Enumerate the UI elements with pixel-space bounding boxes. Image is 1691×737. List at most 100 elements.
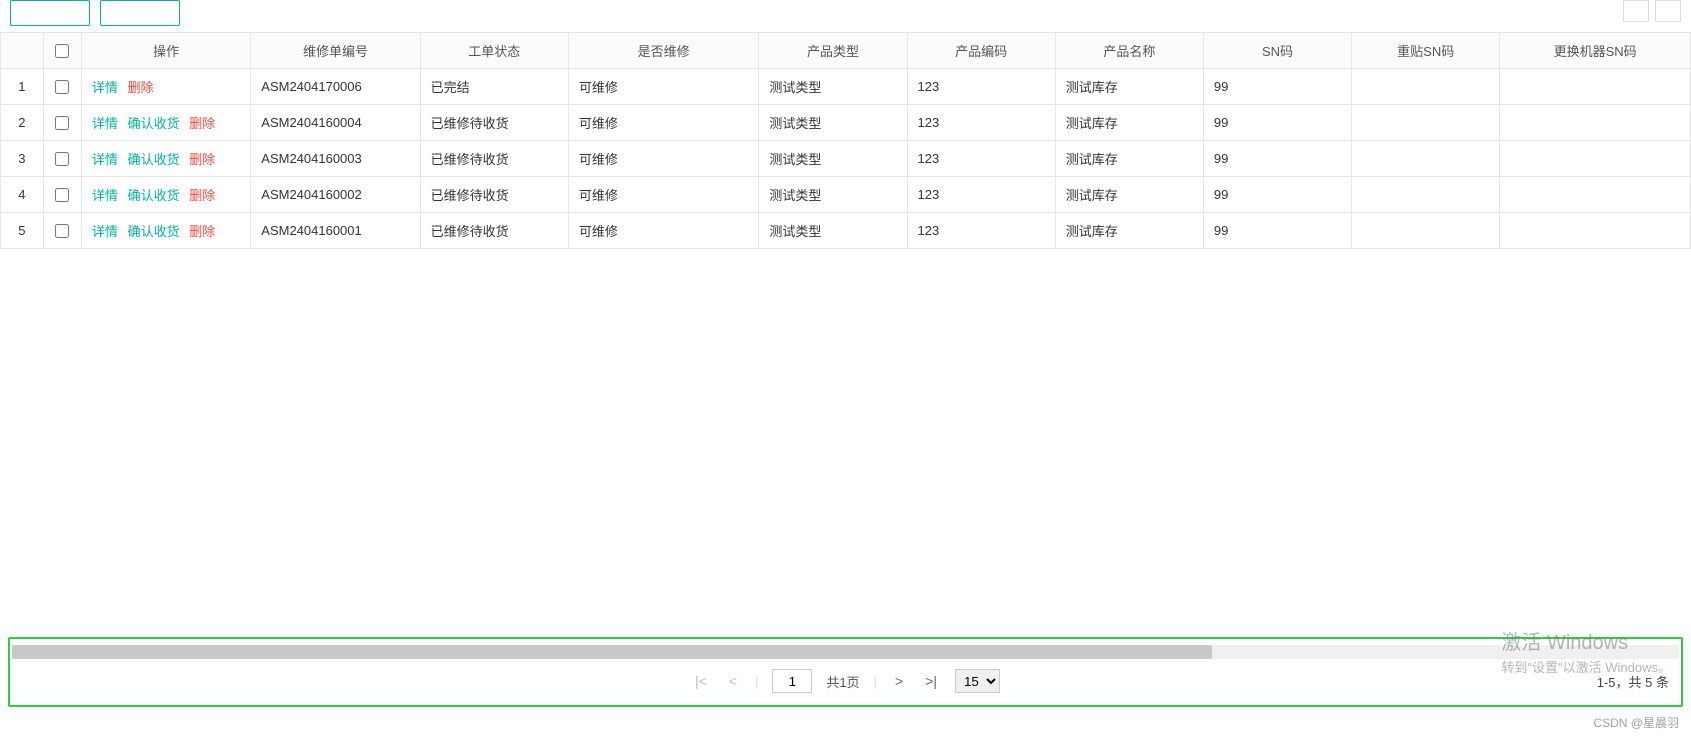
- pager-first-icon[interactable]: |<: [691, 673, 711, 689]
- cell-replace: [1500, 69, 1691, 105]
- col-op: 操作: [81, 33, 250, 69]
- cell-code: 123: [907, 105, 1055, 141]
- delete-link[interactable]: 删除: [189, 188, 215, 203]
- confirm-receive-link[interactable]: 确认收货: [128, 188, 180, 203]
- cell-name: 测试库存: [1055, 177, 1203, 213]
- row-index: 4: [1, 177, 43, 213]
- col-index: [1, 33, 43, 69]
- cell-replace: [1500, 177, 1691, 213]
- cell-resn: [1352, 177, 1500, 213]
- cell-sn: 99: [1203, 177, 1351, 213]
- select-all-checkbox[interactable]: [55, 44, 69, 58]
- cell-resn: [1352, 141, 1500, 177]
- row-checkbox[interactable]: [55, 80, 69, 94]
- cell-sn: 99: [1203, 105, 1351, 141]
- detail-link[interactable]: 详情: [92, 224, 118, 239]
- cell-num: ASM2404160002: [251, 177, 420, 213]
- col-checkbox: [43, 33, 81, 69]
- scrollbar-thumb[interactable]: [12, 645, 1212, 659]
- cell-sn: 99: [1203, 69, 1351, 105]
- row-actions: 详情 确认收货 删除: [81, 105, 250, 141]
- cell-code: 123: [907, 69, 1055, 105]
- col-resn: 重贴SN码: [1352, 33, 1500, 69]
- cell-repair: 可维修: [568, 69, 759, 105]
- toolbar-button-1[interactable]: [10, 0, 90, 26]
- cell-type: 测试类型: [759, 177, 907, 213]
- cell-repair: 可维修: [568, 105, 759, 141]
- table-row: 4 详情 确认收货 删除 ASM2404160002 已维修待收货 可维修 测试…: [1, 177, 1691, 213]
- cell-repair: 可维修: [568, 141, 759, 177]
- cell-sn: 99: [1203, 141, 1351, 177]
- cell-resn: [1352, 213, 1500, 249]
- page-number-input[interactable]: [772, 669, 812, 693]
- cell-num: ASM2404160003: [251, 141, 420, 177]
- cell-name: 测试库存: [1055, 213, 1203, 249]
- row-checkbox-cell: [43, 177, 81, 213]
- page-size-select[interactable]: 15: [955, 669, 1000, 693]
- row-index: 1: [1, 69, 43, 105]
- cell-resn: [1352, 69, 1500, 105]
- row-actions: 详情 确认收货 删除: [81, 213, 250, 249]
- row-checkbox-cell: [43, 105, 81, 141]
- pager-last-icon[interactable]: >|: [921, 673, 941, 689]
- cell-num: ASM2404160004: [251, 105, 420, 141]
- cell-code: 123: [907, 177, 1055, 213]
- cell-status: 已维修待收货: [420, 141, 568, 177]
- cell-replace: [1500, 213, 1691, 249]
- cell-status: 已完结: [420, 69, 568, 105]
- pager-area: |< < | 共1页 | > >| 15 1-5，共 5 条: [8, 637, 1683, 707]
- detail-link[interactable]: 详情: [92, 116, 118, 131]
- table-row: 3 详情 确认收货 删除 ASM2404160003 已维修待收货 可维修 测试…: [1, 141, 1691, 177]
- row-checkbox[interactable]: [55, 224, 69, 238]
- col-type: 产品类型: [759, 33, 907, 69]
- toolbar-button-2[interactable]: [100, 0, 180, 26]
- confirm-receive-link[interactable]: 确认收货: [128, 116, 180, 131]
- row-actions: 详情 确认收货 删除: [81, 177, 250, 213]
- cell-type: 测试类型: [759, 213, 907, 249]
- toolbar-square-1[interactable]: [1623, 0, 1649, 22]
- cell-status: 已维修待收货: [420, 105, 568, 141]
- detail-link[interactable]: 详情: [92, 152, 118, 167]
- cell-status: 已维修待收货: [420, 177, 568, 213]
- table-row: 5 详情 确认收货 删除 ASM2404160001 已维修待收货 可维修 测试…: [1, 213, 1691, 249]
- row-checkbox-cell: [43, 141, 81, 177]
- col-name: 产品名称: [1055, 33, 1203, 69]
- col-status: 工单状态: [420, 33, 568, 69]
- horizontal-scrollbar[interactable]: [12, 645, 1679, 659]
- cell-code: 123: [907, 141, 1055, 177]
- row-actions: 详情 确认收货 删除: [81, 141, 250, 177]
- cell-code: 123: [907, 213, 1055, 249]
- table-header-row: 操作 维修单编号 工单状态 是否维修 产品类型 产品编码 产品名称 SN码 重贴…: [1, 33, 1691, 69]
- detail-link[interactable]: 详情: [92, 188, 118, 203]
- row-checkbox[interactable]: [55, 152, 69, 166]
- row-actions: 详情 删除: [81, 69, 250, 105]
- cell-sn: 99: [1203, 213, 1351, 249]
- row-checkbox-cell: [43, 213, 81, 249]
- delete-link[interactable]: 删除: [189, 116, 215, 131]
- cell-name: 测试库存: [1055, 69, 1203, 105]
- cell-name: 测试库存: [1055, 105, 1203, 141]
- row-index: 3: [1, 141, 43, 177]
- delete-link[interactable]: 删除: [128, 80, 154, 95]
- confirm-receive-link[interactable]: 确认收货: [128, 152, 180, 167]
- col-repair: 是否维修: [568, 33, 759, 69]
- toolbar-square-2[interactable]: [1655, 0, 1681, 22]
- pager-next-icon[interactable]: >: [891, 673, 907, 689]
- cell-repair: 可维修: [568, 177, 759, 213]
- row-index: 2: [1, 105, 43, 141]
- row-checkbox[interactable]: [55, 188, 69, 202]
- page-total-label: 共1页: [826, 672, 859, 691]
- detail-link[interactable]: 详情: [92, 80, 118, 95]
- col-sn: SN码: [1203, 33, 1351, 69]
- row-checkbox[interactable]: [55, 116, 69, 130]
- pager-summary: 1-5，共 5 条: [1597, 672, 1669, 691]
- pager-prev-icon[interactable]: <: [725, 673, 741, 689]
- cell-type: 测试类型: [759, 141, 907, 177]
- confirm-receive-link[interactable]: 确认收货: [128, 224, 180, 239]
- cell-status: 已维修待收货: [420, 213, 568, 249]
- cell-resn: [1352, 105, 1500, 141]
- cell-replace: [1500, 141, 1691, 177]
- delete-link[interactable]: 删除: [189, 224, 215, 239]
- cell-name: 测试库存: [1055, 141, 1203, 177]
- delete-link[interactable]: 删除: [189, 152, 215, 167]
